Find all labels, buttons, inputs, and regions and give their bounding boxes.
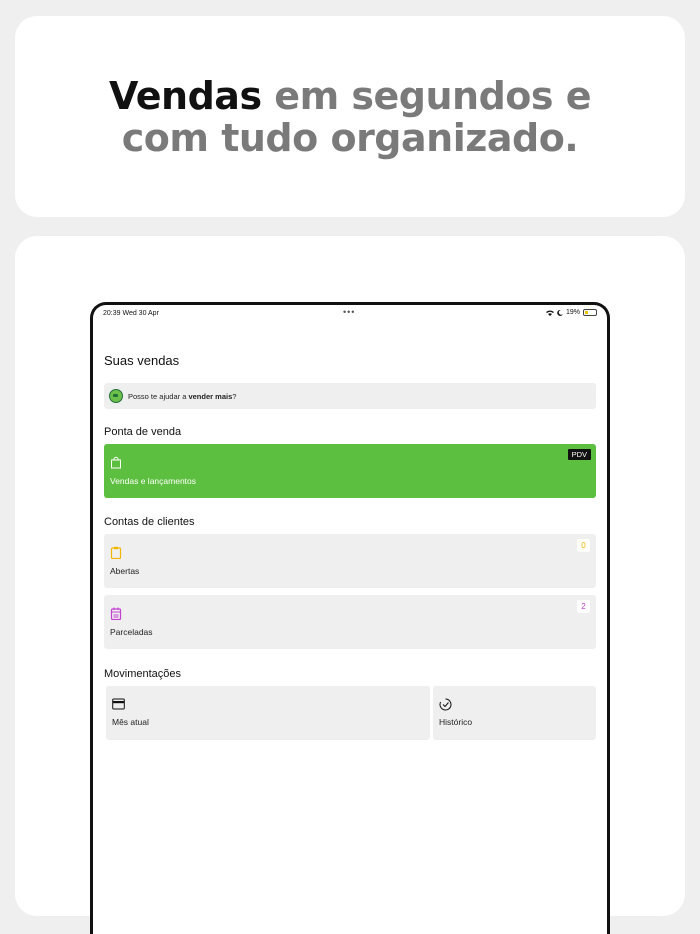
clipboard-icon: [110, 546, 122, 559]
pos-card-label: Vendas e lançamentos: [110, 476, 197, 486]
headline-rest: em segundos e: [261, 73, 592, 118]
open-count-badge: 0: [577, 539, 590, 552]
installments-card[interactable]: 2 Parceladas: [104, 595, 596, 649]
assistant-banner[interactable]: Posso te ajudar a vender mais?: [104, 383, 596, 409]
section-movements-title: Movimentações: [104, 668, 182, 680]
app-content: Suas vendas Posso te ajudar a vender mai…: [93, 305, 607, 934]
current-month-label: Mês atual: [112, 717, 149, 727]
pos-card[interactable]: PDV Vendas e lançamentos: [104, 444, 596, 498]
section-pos-title: Ponta de venda: [104, 426, 182, 438]
headline-strong: Vendas: [108, 73, 262, 118]
headline-line2: com tudo organizado.: [121, 115, 579, 160]
pdv-badge: PDV: [567, 449, 591, 460]
history-label: Histórico: [439, 717, 473, 727]
open-accounts-card[interactable]: 0 Abertas: [104, 534, 596, 588]
installments-count-badge: 2: [577, 600, 590, 613]
current-month-card[interactable]: Mês atual: [106, 686, 430, 740]
calendar-icon: [110, 607, 122, 620]
tablet-screen: 20:39 Wed 30 Apr ••• 19% Suas vendas Pos…: [90, 302, 610, 934]
bag-icon: [111, 456, 121, 469]
section-accounts-title: Contas de clientes: [104, 516, 195, 528]
history-icon: [439, 698, 452, 711]
assistant-logo-icon: [109, 389, 123, 403]
open-accounts-label: Abertas: [110, 566, 140, 576]
history-card[interactable]: Histórico: [433, 686, 596, 740]
page-title: Suas vendas: [104, 353, 180, 368]
installments-label: Parceladas: [110, 627, 153, 637]
headline-card: Vendas em segundos e com tudo organizado…: [15, 16, 685, 217]
card-icon: [112, 698, 125, 710]
headline: Vendas em segundos e com tudo organizado…: [108, 73, 592, 160]
assistant-text: Posso te ajudar a vender mais?: [128, 391, 237, 401]
